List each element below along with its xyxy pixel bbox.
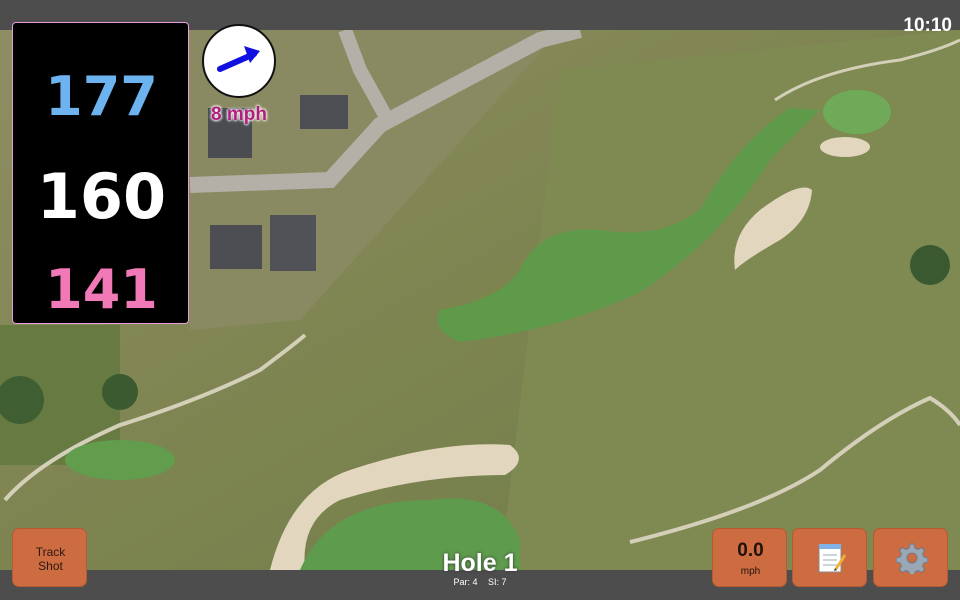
clock: 10:10 bbox=[903, 15, 952, 36]
house bbox=[270, 215, 316, 271]
wind-speed: 8 mph bbox=[211, 104, 267, 125]
tree bbox=[910, 245, 950, 285]
house bbox=[300, 95, 348, 129]
settings-button[interactable] bbox=[873, 528, 948, 587]
hole-stroke-index: SI: 7 bbox=[488, 577, 507, 587]
green bbox=[823, 90, 891, 134]
hole-info: Par: 4 SI: 7 bbox=[400, 577, 560, 587]
distance-panel: 177 160 141 bbox=[12, 22, 189, 324]
bunker bbox=[820, 137, 870, 157]
front-distance: 141 bbox=[45, 258, 158, 321]
back-distance: 177 bbox=[45, 65, 158, 128]
track-shot-button[interactable]: Track Shot bbox=[12, 528, 87, 587]
speed-button[interactable]: 0.0 mph bbox=[712, 528, 787, 587]
notepad-icon bbox=[818, 544, 846, 573]
hole-title: Hole 1 bbox=[442, 549, 518, 577]
center-distance: 160 bbox=[36, 160, 167, 233]
track-shot-label: Track Shot bbox=[35, 545, 66, 573]
tree bbox=[102, 374, 138, 410]
wind-indicator bbox=[202, 24, 276, 98]
gear-icon bbox=[896, 543, 928, 574]
notes-button[interactable] bbox=[792, 528, 867, 587]
green bbox=[65, 440, 175, 480]
house bbox=[210, 225, 262, 269]
speed-value: 0.0 bbox=[737, 540, 764, 561]
arrow-right-icon bbox=[217, 46, 260, 72]
hole-par: Par: 4 bbox=[453, 577, 478, 587]
speed-unit: mph bbox=[740, 566, 761, 577]
